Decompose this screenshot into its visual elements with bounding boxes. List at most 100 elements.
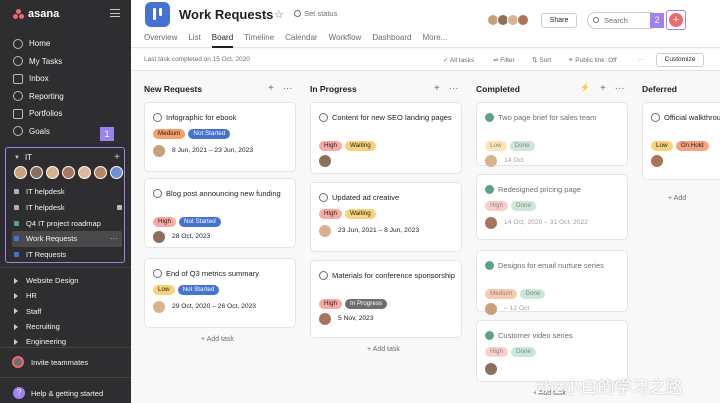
sidebar-team-item[interactable]: Website Design [14, 273, 124, 288]
more-options-button[interactable]: ··· [638, 56, 645, 63]
search-placeholder: Search [604, 16, 628, 25]
check-circle-icon[interactable] [319, 113, 328, 122]
task-card[interactable]: Materials for conference sponsorship High… [310, 260, 462, 338]
member-avatars[interactable] [487, 14, 529, 26]
task-card[interactable]: End of Q3 metrics summary Low Not Started 2… [144, 258, 296, 328]
avatar[interactable] [110, 166, 123, 179]
task-card[interactable]: Content for new SEO landing pages High Wai… [310, 102, 462, 174]
check-circle-icon[interactable] [153, 113, 162, 122]
set-status-button[interactable]: Set status [294, 9, 337, 18]
tab-list[interactable]: List [188, 32, 200, 48]
assignee-avatar[interactable] [319, 225, 331, 237]
avatar[interactable] [517, 14, 529, 26]
add-task-button[interactable]: + Add task [367, 346, 400, 353]
check-circle-icon[interactable] [485, 185, 494, 194]
teams-list: Website Design HR Staff Recruiting Engineeri… [14, 273, 124, 349]
filter-label: Filter [500, 57, 515, 64]
invite-teammates-button[interactable]: Invite teammates [12, 356, 88, 368]
add-task-button[interactable]: + Add task [201, 336, 234, 343]
check-circle-icon[interactable] [651, 113, 660, 122]
nav-item-reporting[interactable]: Reporting [8, 88, 126, 106]
task-card[interactable]: Two page brief for sales team Low Done 14 O… [476, 102, 628, 167]
project-label: Q4 IT project roadmap [26, 218, 101, 228]
share-button[interactable]: Share [541, 13, 577, 28]
tab-more[interactable]: More... [422, 32, 447, 48]
task-card[interactable]: Blog post announcing new funding High Not … [144, 178, 296, 248]
tab-overview[interactable]: Overview [144, 32, 177, 48]
filter-button[interactable]: ⇌ Filter [493, 56, 515, 64]
check-circle-icon[interactable] [485, 113, 494, 122]
assignee-avatar[interactable] [153, 231, 165, 243]
check-circle-icon[interactable] [153, 189, 162, 198]
assignee-avatar[interactable] [485, 303, 497, 315]
add-task-button[interactable]: + Add [668, 195, 686, 202]
sidebar-team-item[interactable]: Staff [14, 304, 124, 319]
more-options-icon[interactable]: ··· [110, 234, 118, 243]
assignee-avatar[interactable] [485, 217, 497, 229]
tab-workflow[interactable]: Workflow [329, 32, 362, 48]
tab-dashboard[interactable]: Dashboard [372, 32, 411, 48]
team-header-it[interactable]: ▼ IT + [14, 152, 120, 163]
add-task-icon[interactable]: + [600, 83, 606, 94]
tab-board[interactable]: Board [211, 32, 234, 48]
task-card[interactable]: Redesigned pricing page High Done 14 Oct, 2… [476, 174, 628, 240]
lightning-icon[interactable]: ⚡ [580, 83, 590, 92]
check-circle-icon[interactable] [485, 261, 494, 270]
sidebar-project-item[interactable]: IT helpdesk [12, 200, 122, 216]
star-icon[interactable]: ☆ [274, 8, 284, 21]
task-card[interactable]: Designs for email nurture series Medium Do… [476, 250, 628, 315]
avatar[interactable] [78, 166, 91, 179]
sidebar-team-item[interactable]: Recruiting [14, 319, 124, 334]
add-project-button[interactable]: + [114, 152, 120, 163]
sidebar-divider [0, 267, 131, 268]
sidebar-team-item[interactable]: HR [14, 288, 124, 303]
avatar[interactable] [62, 166, 75, 179]
tab-calendar[interactable]: Calendar [285, 32, 317, 48]
public-link-button[interactable]: ⚭ Public link: Off [568, 56, 617, 64]
avatar[interactable] [14, 166, 27, 179]
assignee-avatar[interactable] [651, 155, 663, 167]
sidebar-project-item[interactable]: Q4 IT project roadmap [12, 215, 122, 231]
asana-logo[interactable]: asana [13, 8, 59, 20]
collapse-sidebar-icon[interactable] [110, 9, 120, 17]
task-card[interactable]: Official walkthrough for candidates LowOn… [642, 102, 720, 180]
sidebar-divider [0, 377, 131, 378]
more-options-icon[interactable]: ··· [280, 83, 293, 94]
avatar[interactable] [46, 166, 59, 179]
sidebar-project-item[interactable]: IT Requests [12, 247, 122, 263]
assignee-avatar[interactable] [319, 313, 331, 325]
task-card[interactable]: Infographic for ebook Medium Not Started 8 … [144, 102, 296, 172]
avatar[interactable] [94, 166, 107, 179]
assignee-avatar[interactable] [485, 155, 497, 167]
check-circle-icon[interactable] [153, 269, 162, 278]
quick-add-button[interactable]: + [669, 13, 683, 27]
check-circle-icon[interactable] [319, 271, 328, 280]
more-options-icon[interactable]: ··· [612, 83, 625, 94]
all-tasks-filter[interactable]: ✓ All tasks [443, 56, 474, 64]
nav-item-home[interactable]: Home [8, 35, 126, 53]
check-circle-icon[interactable] [485, 331, 494, 340]
avatar[interactable] [30, 166, 43, 179]
more-options-icon[interactable]: ··· [446, 83, 459, 94]
person-icon [13, 126, 23, 137]
add-task-icon[interactable]: + [268, 83, 274, 94]
assignee-avatar[interactable] [319, 155, 331, 167]
nav-item-portfolios[interactable]: Portfolios [8, 105, 126, 123]
sort-button[interactable]: ⇅ Sort [532, 56, 551, 64]
chevron-down-icon[interactable]: ⌄ [261, 10, 269, 21]
assignee-avatar[interactable] [153, 145, 165, 157]
add-task-icon[interactable]: + [434, 83, 440, 94]
assignee-avatar[interactable] [485, 363, 497, 375]
home-icon [13, 38, 23, 49]
nav-item-my-tasks[interactable]: My Tasks [8, 53, 126, 71]
sidebar-project-item[interactable]: Work Requests ··· [12, 231, 122, 247]
customize-button[interactable]: Customize [656, 53, 704, 67]
sidebar-project-item[interactable]: IT helpdesk [12, 184, 122, 200]
tab-timeline[interactable]: Timeline [244, 32, 274, 48]
search-input[interactable]: Search [587, 12, 659, 29]
nav-item-inbox[interactable]: Inbox [8, 70, 126, 88]
task-card[interactable]: Updated ad creative High Waiting 23 Jun, 20… [310, 182, 462, 252]
help-button[interactable]: ? Help & getting started [13, 387, 103, 399]
check-circle-icon[interactable] [319, 193, 328, 202]
assignee-avatar[interactable] [153, 301, 165, 313]
